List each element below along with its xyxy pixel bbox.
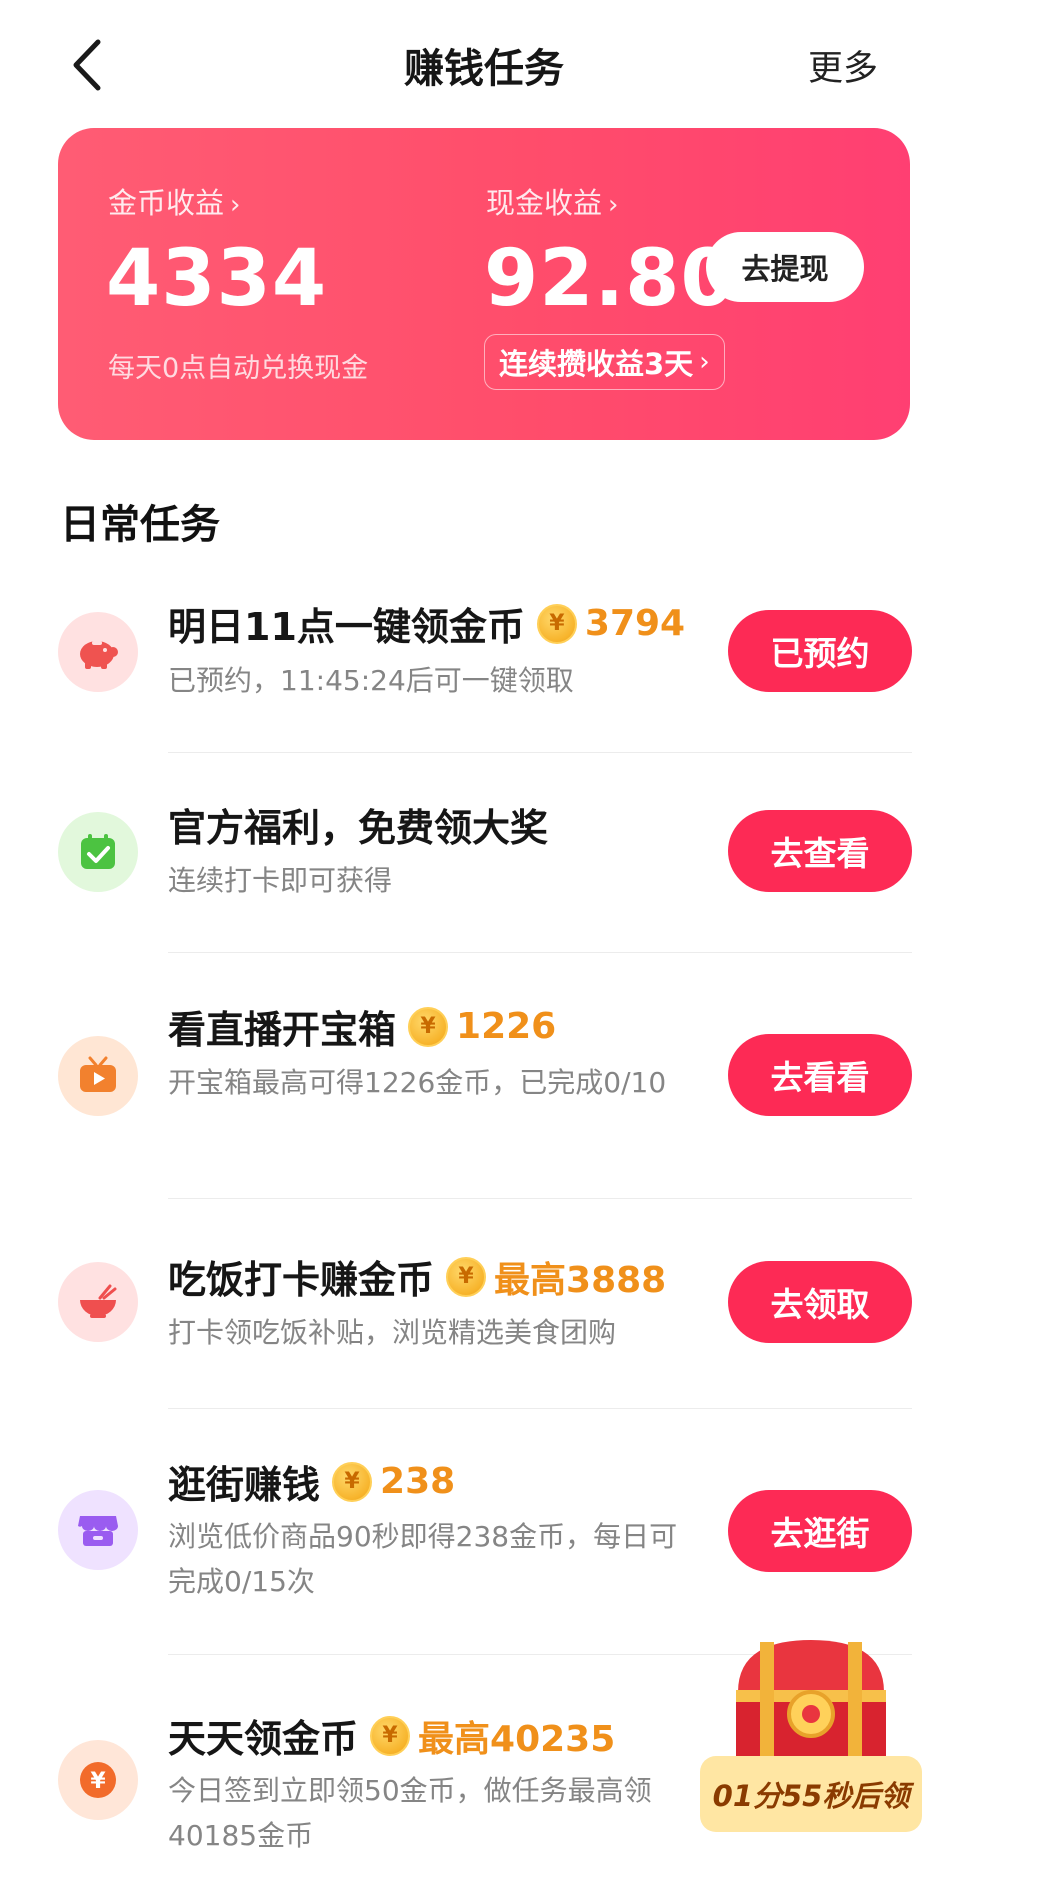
watch-button[interactable]: 去看看 bbox=[728, 1034, 912, 1116]
yuan-coin-icon: ¥ bbox=[58, 1740, 138, 1820]
divider bbox=[168, 752, 912, 753]
task-reward: ¥238 bbox=[332, 1461, 455, 1502]
divider bbox=[168, 952, 912, 953]
coin-icon: ¥ bbox=[370, 1715, 411, 1756]
task-reward-amount: 238 bbox=[380, 1461, 456, 1502]
chevron-right-icon: › bbox=[230, 190, 241, 220]
earn-money-tasks-page: 赚钱任务 更多 金币收益 › 4334 每天0点自动兑换现金 现金收益 › 92.8… bbox=[0, 0, 1038, 1884]
coin-earnings-value: 4334 bbox=[106, 234, 328, 324]
streak-chip[interactable]: 连续攒收益3天 › bbox=[484, 334, 725, 390]
task-reward: ¥3794 bbox=[536, 603, 686, 644]
task-title-text: 逛街赚钱 bbox=[168, 1463, 321, 1507]
divider bbox=[168, 1198, 912, 1199]
tv-icon bbox=[58, 1036, 138, 1116]
rice-bowl-icon bbox=[58, 1262, 138, 1342]
store-icon bbox=[58, 1490, 138, 1570]
chevron-right-icon: › bbox=[608, 190, 619, 220]
task-reward-amount: 3794 bbox=[584, 603, 686, 644]
task-title: 官方福利，免费领大奖 bbox=[168, 797, 548, 852]
streak-label: 连续攒收益3天 bbox=[499, 347, 694, 381]
task-title: 逛街赚钱 ¥238 bbox=[168, 1454, 455, 1509]
svg-text:¥: ¥ bbox=[90, 1769, 106, 1794]
task-reward: ¥1226 bbox=[408, 1006, 556, 1047]
task-title: 天天领金币 ¥ 最高40235 bbox=[168, 1708, 615, 1763]
chest-timer: 01分55秒后领 bbox=[700, 1756, 922, 1832]
shop-button[interactable]: 去逛街 bbox=[728, 1490, 912, 1572]
calendar-check-icon bbox=[58, 812, 138, 892]
cash-earnings-value: 92.80 bbox=[484, 234, 736, 324]
task-reward: ¥ 最高40235 bbox=[370, 1710, 615, 1762]
withdraw-button[interactable]: 去提现 bbox=[706, 232, 864, 302]
piggy-bank-icon bbox=[58, 612, 138, 692]
task-reward-amount: 最高3888 bbox=[494, 1259, 667, 1301]
task-subtitle: 今日签到立即领50金币，做任务最高领40185金币 bbox=[168, 1774, 652, 1852]
coin-icon: ¥ bbox=[332, 1461, 373, 1502]
section-title: 日常任务 bbox=[60, 502, 220, 548]
header: 赚钱任务 更多 bbox=[0, 0, 1038, 128]
coin-icon: ¥ bbox=[408, 1006, 449, 1047]
task-subtitle: 已预约，11:45:24后可一键领取 bbox=[168, 664, 574, 697]
cash-earnings-link[interactable]: 现金收益 › bbox=[486, 180, 618, 222]
coin-icon: ¥ bbox=[536, 603, 577, 644]
task-reward: ¥ 最高3888 bbox=[446, 1251, 666, 1303]
task-title-text: 吃饭打卡赚金币 bbox=[168, 1258, 435, 1302]
coin-exchange-note: 每天0点自动兑换现金 bbox=[108, 353, 369, 384]
task-title-text: 明日11点一键领金币 bbox=[168, 605, 525, 649]
task-title: 看直播开宝箱 ¥1226 bbox=[168, 999, 556, 1054]
coin-icon: ¥ bbox=[446, 1256, 487, 1297]
view-button[interactable]: 去查看 bbox=[728, 810, 912, 892]
task-subtitle: 连续打卡即可获得 bbox=[168, 864, 393, 897]
task-reward-amount: 最高40235 bbox=[418, 1718, 616, 1760]
task-subtitle: 打卡领吃饭补贴，浏览精选美食团购 bbox=[168, 1316, 617, 1349]
task-title: 吃饭打卡赚金币 ¥ 最高3888 bbox=[168, 1249, 666, 1304]
task-title: 明日11点一键领金币 ¥3794 bbox=[168, 596, 685, 651]
task-title-text: 天天领金币 bbox=[168, 1717, 359, 1761]
coin-earnings-label: 金币收益 bbox=[108, 186, 225, 220]
claim-button[interactable]: 去领取 bbox=[728, 1261, 912, 1343]
task-subtitle: 浏览低价商品90秒即得238金币，每日可完成0/15次 bbox=[168, 1520, 678, 1598]
task-reward-amount: 1226 bbox=[456, 1006, 557, 1047]
treasure-chest-widget[interactable]: 01分55秒后领 bbox=[700, 1632, 930, 1884]
task-subtitle: 开宝箱最高可得1226金币，已完成0/10 bbox=[168, 1066, 667, 1099]
chevron-right-icon: › bbox=[699, 347, 710, 377]
reserved-button[interactable]: 已预约 bbox=[728, 610, 912, 692]
coin-earnings-link[interactable]: 金币收益 › bbox=[108, 180, 240, 222]
cash-earnings-label: 现金收益 bbox=[486, 186, 603, 220]
task-title-text: 官方福利，免费领大奖 bbox=[168, 806, 549, 850]
divider bbox=[168, 1408, 912, 1409]
earnings-card: 金币收益 › 4334 每天0点自动兑换现金 现金收益 › 92.80 去提现 连续… bbox=[58, 128, 910, 440]
more-button[interactable]: 更多 bbox=[808, 40, 878, 91]
task-title-text: 看直播开宝箱 bbox=[168, 1008, 397, 1052]
